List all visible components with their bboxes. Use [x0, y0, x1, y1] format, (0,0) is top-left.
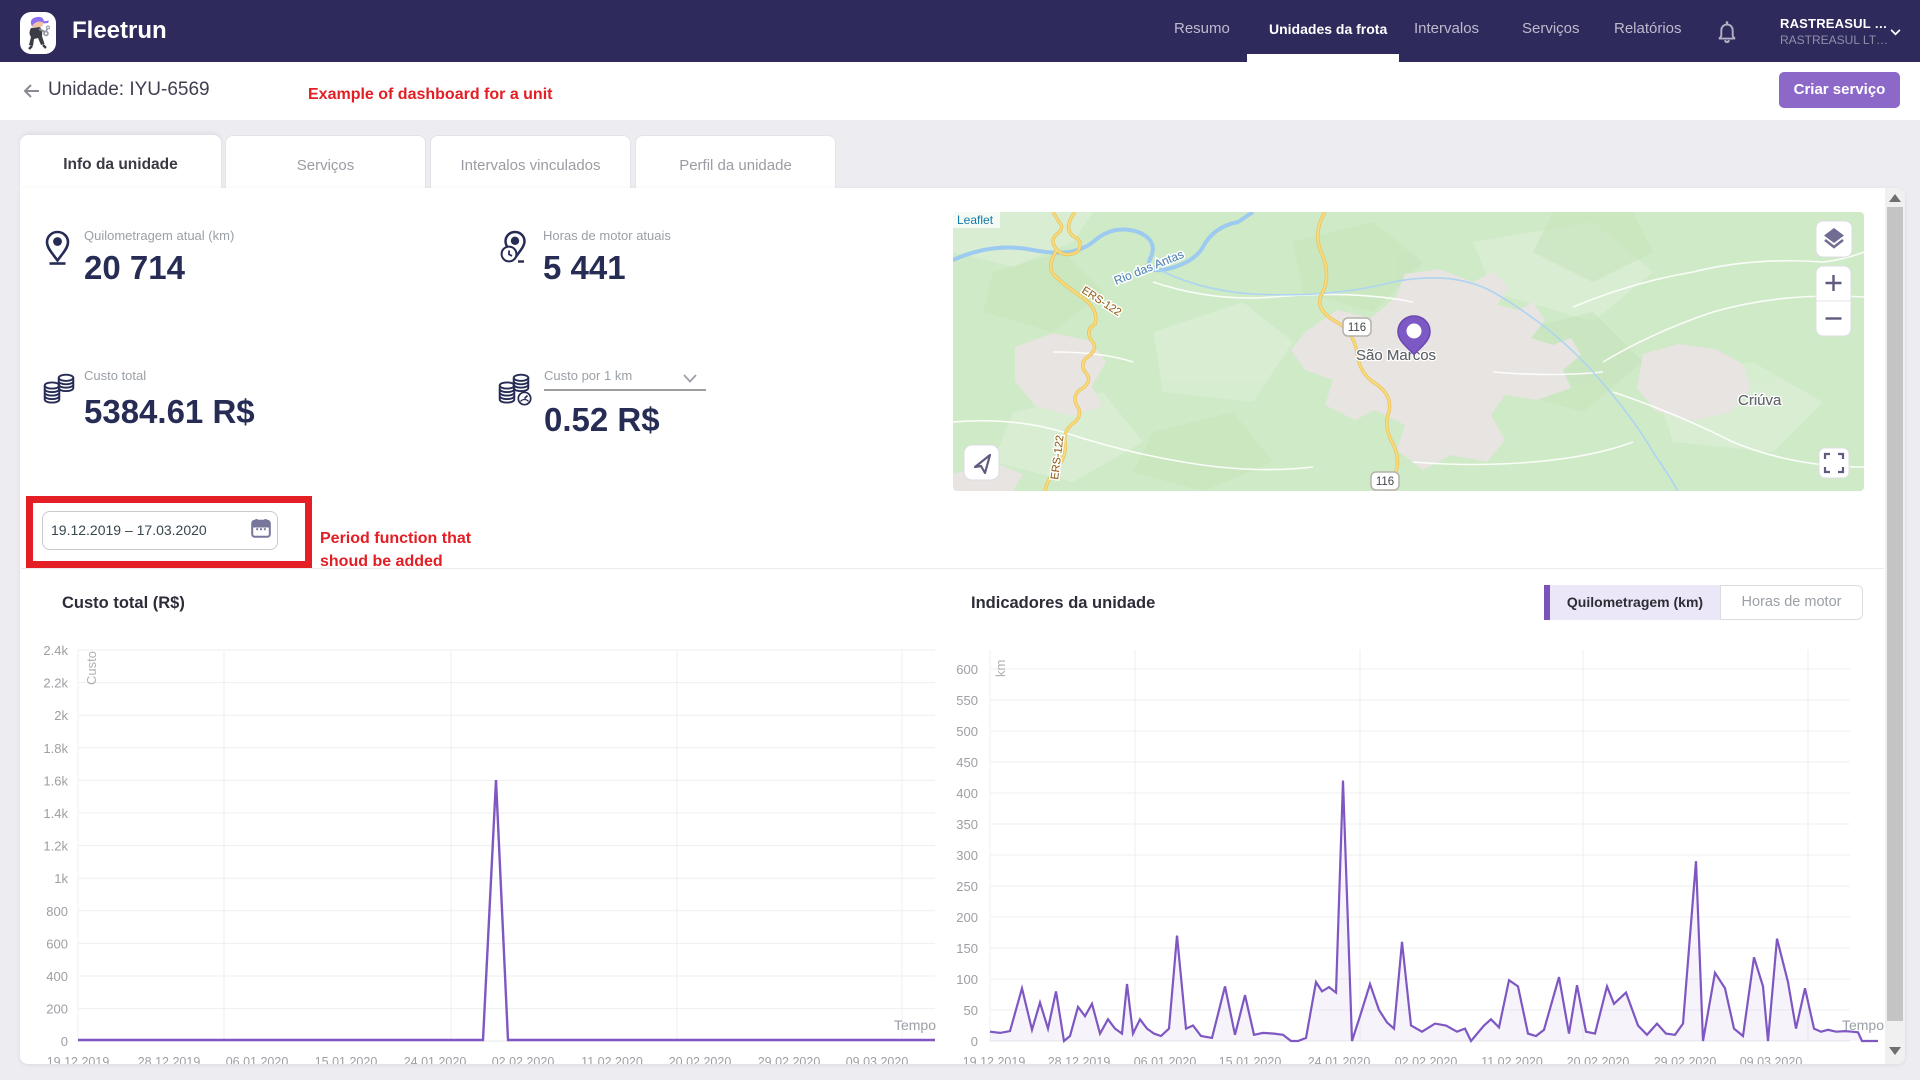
svg-text:116: 116 — [1376, 476, 1394, 488]
svg-text:29.02.2020: 29.02.2020 — [1654, 1055, 1717, 1064]
svg-text:50: 50 — [964, 1003, 978, 1018]
svg-text:06.01.2020: 06.01.2020 — [226, 1055, 289, 1064]
svg-text:09.03.2020: 09.03.2020 — [1740, 1055, 1803, 1064]
svg-text:200: 200 — [956, 910, 978, 925]
svg-text:20.02.2020: 20.02.2020 — [669, 1055, 732, 1064]
svg-text:350: 350 — [956, 817, 978, 832]
svg-text:28.12.2019: 28.12.2019 — [138, 1055, 201, 1064]
svg-text:19.12.2019: 19.12.2019 — [47, 1055, 110, 1064]
svg-text:1.4k: 1.4k — [43, 806, 68, 821]
svg-text:450: 450 — [956, 755, 978, 770]
svg-text:11.02.2020: 11.02.2020 — [581, 1055, 643, 1064]
svg-text:02.02.2020: 02.02.2020 — [492, 1055, 555, 1064]
svg-text:Criúva: Criúva — [1738, 392, 1782, 409]
svg-text:02.02.2020: 02.02.2020 — [1395, 1055, 1458, 1064]
svg-text:15.01.2020: 15.01.2020 — [315, 1055, 378, 1064]
svg-text:09.03.2020: 09.03.2020 — [846, 1055, 909, 1064]
svg-text:0: 0 — [971, 1034, 978, 1049]
svg-text:24.01.2020: 24.01.2020 — [404, 1055, 467, 1064]
svg-text:1.8k: 1.8k — [43, 741, 68, 756]
svg-text:500: 500 — [956, 724, 978, 739]
svg-text:06.01.2020: 06.01.2020 — [1134, 1055, 1197, 1064]
svg-text:24.01.2020: 24.01.2020 — [1308, 1055, 1371, 1064]
svg-text:400: 400 — [46, 969, 68, 984]
svg-text:Tempo: Tempo — [894, 1017, 936, 1033]
svg-text:600: 600 — [956, 662, 978, 677]
svg-text:150: 150 — [956, 941, 978, 956]
svg-text:1.2k: 1.2k — [43, 839, 68, 854]
svg-text:11.02.2020: 11.02.2020 — [1481, 1055, 1543, 1064]
svg-text:19.12.2019: 19.12.2019 — [963, 1055, 1026, 1064]
svg-text:2.4k: 2.4k — [43, 643, 68, 658]
svg-text:100: 100 — [956, 972, 978, 987]
svg-text:200: 200 — [46, 1002, 68, 1017]
svg-text:1k: 1k — [54, 871, 68, 886]
svg-text:Leaflet: Leaflet — [957, 213, 994, 227]
svg-text:300: 300 — [956, 848, 978, 863]
svg-text:2k: 2k — [54, 708, 68, 723]
svg-text:28.12.2019: 28.12.2019 — [1048, 1055, 1111, 1064]
svg-text:km: km — [993, 660, 1008, 677]
svg-text:Custo: Custo — [84, 651, 99, 685]
svg-text:15.01.2020: 15.01.2020 — [1219, 1055, 1282, 1064]
svg-text:550: 550 — [956, 693, 978, 708]
svg-text:0: 0 — [61, 1034, 68, 1049]
svg-text:29.02.2020: 29.02.2020 — [758, 1055, 821, 1064]
svg-text:20.02.2020: 20.02.2020 — [1567, 1055, 1630, 1064]
svg-text:600: 600 — [46, 936, 68, 951]
svg-text:400: 400 — [956, 786, 978, 801]
svg-text:1.6k: 1.6k — [43, 773, 68, 788]
svg-text:800: 800 — [46, 904, 68, 919]
svg-text:São Marcos: São Marcos — [1356, 347, 1436, 364]
svg-text:116: 116 — [1348, 322, 1366, 334]
svg-text:2.2k: 2.2k — [43, 676, 68, 691]
svg-text:250: 250 — [956, 879, 978, 894]
